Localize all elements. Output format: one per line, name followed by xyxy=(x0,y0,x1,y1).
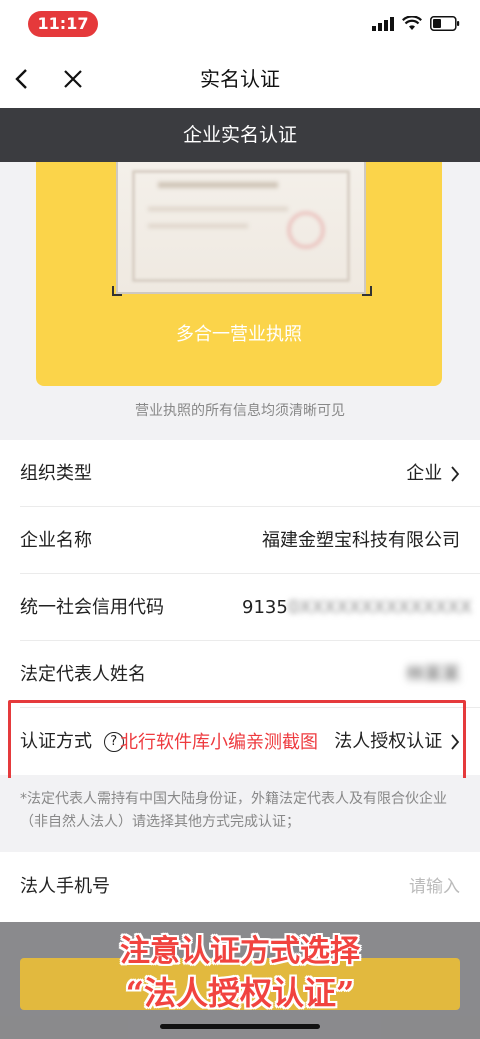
license-upload-area: 多合一营业执照 营业执照的所有信息均须清晰可见 xyxy=(0,162,480,440)
form-row-company-name[interactable]: 企业名称 福建金塑宝科技有限公司 xyxy=(20,507,480,574)
wifi-icon xyxy=(402,16,422,30)
form-row-phone[interactable]: 法人手机号 请输入 xyxy=(0,852,480,922)
row-label: 企业名称 xyxy=(20,530,92,551)
row-label: 法定代表人姓名 xyxy=(20,664,146,685)
upload-hint: 营业执照的所有信息均须清晰可见 xyxy=(135,403,345,419)
phone-input[interactable]: 请输入 xyxy=(409,852,460,922)
form-row-legal-rep[interactable]: 法定代表人姓名 林某某 xyxy=(20,641,480,708)
status-bar: 11:17 xyxy=(0,0,480,50)
legal-rep-value: 林某某 xyxy=(406,664,460,685)
org-type-value: 企业 xyxy=(406,463,443,484)
credit-code-value: 91350XXXXXXXXXXXXXX xyxy=(242,574,480,641)
row-value: 法人授权认证 xyxy=(334,708,460,775)
form-row-org-type[interactable]: 组织类型 企业 xyxy=(20,440,480,507)
form-list: 组织类型 企业 企业名称 福建金塑宝科技有限公司 统一社会信用代码 91350X… xyxy=(0,440,480,775)
credit-code-blurred: 0XXXXXXXXXXXXXX xyxy=(287,597,472,618)
section-header: 企业实名认证 xyxy=(0,108,480,162)
license-photo xyxy=(116,162,366,294)
auth-note: *法定代表人需持有中国大陆身份证，外籍法定代表人及有限合伙企业（非自然人法人）请… xyxy=(0,778,480,852)
screen: 11:17 实名认证 企业实名认证 多合一营业执照 营业执照的所有信息均须清晰可… xyxy=(0,0,480,1039)
nav-bar: 实名认证 xyxy=(0,50,480,108)
row-label: 认证方式 ? xyxy=(20,708,124,775)
crop-corner xyxy=(362,286,372,296)
row-label: 组织类型 xyxy=(20,463,92,484)
status-icons xyxy=(372,16,460,31)
company-name-value: 福建金塑宝科技有限公司 xyxy=(262,530,460,551)
auth-method-label: 认证方式 xyxy=(20,731,92,752)
credit-code-prefix: 9135 xyxy=(242,597,288,618)
home-indicator xyxy=(160,1024,320,1029)
license-upload-card[interactable]: 多合一营业执照 xyxy=(36,162,442,386)
caption-line-1: 注意认证方式选择 xyxy=(120,934,360,969)
caption-line-2: “法人授权认证” xyxy=(125,974,355,1012)
chevron-right-icon xyxy=(451,466,460,482)
signal-icon xyxy=(372,16,394,31)
battery-icon xyxy=(430,16,460,31)
status-time: 11:17 xyxy=(28,11,98,37)
chevron-right-icon xyxy=(451,734,460,750)
row-label: 统一社会信用代码 xyxy=(20,597,164,618)
auth-method-value: 法人授权认证 xyxy=(334,731,443,752)
page-title: 实名认证 xyxy=(200,67,280,91)
row-value: 企业 xyxy=(406,440,460,507)
row-label: 法人手机号 xyxy=(20,876,110,897)
watermark-text: 北行软件库小编亲测截图 xyxy=(120,732,318,753)
crop-corner xyxy=(112,286,122,296)
form-row-credit-code[interactable]: 统一社会信用代码 91350XXXXXXXXXXXXXX xyxy=(20,574,480,641)
license-label: 多合一营业执照 xyxy=(176,324,302,345)
